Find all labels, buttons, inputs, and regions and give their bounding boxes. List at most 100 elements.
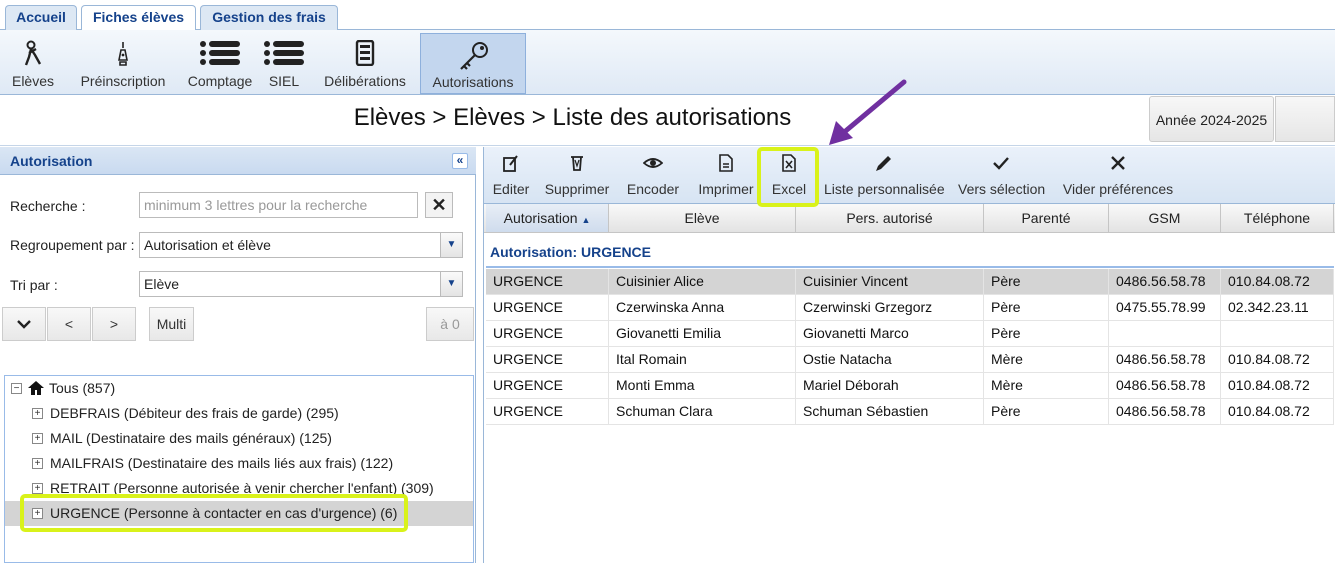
tab-fiches-eleves[interactable]: Fiches élèves: [81, 5, 196, 31]
group-title: Autorisation: URGENCE: [490, 244, 651, 260]
panel-title: Autorisation: [10, 153, 93, 169]
clear-prefs-label: Vider préférences: [1062, 181, 1174, 197]
table-row[interactable]: URGENCE Ital Romain Ostie Natacha Mère 0486.…: [486, 347, 1334, 373]
document-icon: [355, 40, 375, 66]
tree-node[interactable]: + DEBFRAIS (Débiteur des frais de garde)…: [5, 401, 473, 426]
tree-node-label: MAIL (Destinataire des mails généraux) (…: [50, 430, 332, 446]
expand-icon[interactable]: +: [32, 408, 43, 419]
autorisations-label: Autorisations: [432, 74, 514, 90]
panel-header: Autorisation «: [0, 147, 476, 175]
highlight-box: [20, 494, 408, 532]
table-cell: Père: [984, 269, 1109, 294]
edit-button[interactable]: Editer: [486, 147, 536, 203]
pdf-icon: [719, 154, 733, 172]
chevron-down-icon: [17, 320, 31, 329]
year-button[interactable]: Année 2024-2025: [1149, 96, 1274, 142]
tree-node-root[interactable]: − Tous (857): [5, 376, 473, 401]
table-cell: 0486.56.58.78: [1109, 373, 1221, 398]
list-icon: [200, 41, 240, 65]
custom-list-button[interactable]: Liste personnalisée: [824, 147, 945, 203]
table-cell: URGENCE: [486, 373, 609, 398]
table-cell: 02.342.23.11: [1221, 295, 1334, 320]
next-button[interactable]: >: [92, 307, 136, 341]
table-cell: Giovanetti Emilia: [609, 321, 796, 346]
group-select[interactable]: Autorisation et élève ▼: [139, 232, 463, 258]
table-cell: Czerwinska Anna: [609, 295, 796, 320]
column-header-pers-autorise[interactable]: Pers. autorisé: [796, 204, 984, 232]
print-label: Imprimer: [698, 181, 754, 197]
column-header-autorisation[interactable]: Autorisation ▲: [486, 204, 609, 232]
delete-button[interactable]: Supprimer: [542, 147, 612, 203]
eye-icon: [643, 158, 663, 168]
column-header-telephone[interactable]: Téléphone: [1221, 204, 1334, 232]
multi-button[interactable]: Multi: [149, 307, 194, 341]
column-header-eleve[interactable]: Elève: [609, 204, 796, 232]
print-button[interactable]: Imprimer: [696, 147, 756, 203]
breadcrumb: Elèves > Elèves > Liste des autorisation…: [353, 104, 792, 131]
home-icon: [28, 381, 44, 395]
collapse-icon[interactable]: «: [452, 153, 468, 169]
close-icon: ✕: [431, 195, 447, 215]
table-cell: Giovanetti Marco: [796, 321, 984, 346]
column-label: Autorisation: [503, 210, 578, 226]
tree-node[interactable]: + MAIL (Destinataire des mails généraux)…: [5, 426, 473, 451]
preinscription-button[interactable]: Préinscription: [76, 30, 170, 94]
column-header-gsm[interactable]: GSM: [1109, 204, 1221, 232]
table-row[interactable]: URGENCE Schuman Clara Schuman Sébastien Pèr…: [486, 399, 1334, 425]
expand-icon[interactable]: +: [32, 458, 43, 469]
deliberations-label: Délibérations: [324, 73, 406, 89]
reset-button[interactable]: à 0: [426, 307, 474, 341]
trash-icon: [571, 156, 583, 171]
table-cell: URGENCE: [486, 399, 609, 424]
expand-icon[interactable]: +: [32, 433, 43, 444]
expand-all-button[interactable]: [2, 307, 46, 341]
table-cell: Cuisinier Alice: [609, 269, 796, 294]
comptage-button[interactable]: Comptage: [186, 30, 254, 94]
sort-asc-icon: ▲: [581, 215, 591, 225]
table-row[interactable]: URGENCE Giovanetti Emilia Giovanetti Marco…: [486, 321, 1334, 347]
tab-accueil[interactable]: Accueil: [5, 5, 77, 30]
custom-list-label: Liste personnalisée: [824, 181, 945, 197]
search-input[interactable]: minimum 3 lettres pour la recherche: [139, 192, 418, 218]
comptage-label: Comptage: [187, 73, 253, 89]
table-row[interactable]: URGENCE Czerwinska Anna Czerwinski Grzegor…: [486, 295, 1334, 321]
encode-button[interactable]: Encoder: [624, 147, 682, 203]
collapse-tree-icon[interactable]: −: [11, 383, 22, 394]
table-row[interactable]: URGENCE Monti Emma Mariel Déborah Mère 0486.…: [486, 373, 1334, 399]
deliberations-button[interactable]: Délibérations: [322, 30, 408, 94]
table-cell: Schuman Sébastien: [796, 399, 984, 424]
to-selection-label: Vers sélection: [958, 181, 1046, 197]
siel-button[interactable]: SIEL: [262, 30, 306, 94]
table-cell: Mariel Déborah: [796, 373, 984, 398]
pencil-icon: [876, 156, 891, 171]
extra-button[interactable]: [1275, 96, 1335, 142]
table-cell: Monti Emma: [609, 373, 796, 398]
expand-icon[interactable]: +: [32, 483, 43, 494]
chevron-down-icon[interactable]: ▼: [440, 272, 462, 296]
search-placeholder: minimum 3 lettres pour la recherche: [144, 197, 368, 213]
authorization-tree: − Tous (857) + DEBFRAIS (Débiteur des fr…: [4, 375, 474, 563]
siel-label: SIEL: [268, 73, 300, 89]
encode-label: Encoder: [626, 181, 680, 197]
x-icon: [1111, 156, 1125, 170]
sort-select[interactable]: Elève ▼: [139, 271, 463, 297]
table-cell: URGENCE: [486, 269, 609, 294]
autorisations-button[interactable]: Autorisations: [420, 33, 526, 94]
eleves-button[interactable]: Elèves: [4, 30, 62, 94]
chevron-down-icon[interactable]: ▼: [440, 233, 462, 257]
table-cell: Mère: [984, 373, 1109, 398]
clear-prefs-button[interactable]: Vider préférences: [1062, 147, 1174, 203]
table-row[interactable]: URGENCE Cuisinier Alice Cuisinier Vincent P…: [486, 269, 1334, 295]
clear-search-button[interactable]: ✕: [425, 192, 453, 218]
to-selection-button[interactable]: Vers sélection: [958, 147, 1046, 203]
group-label: Regroupement par :: [10, 237, 135, 253]
prev-button[interactable]: <: [47, 307, 91, 341]
column-header-parente[interactable]: Parenté: [984, 204, 1109, 232]
tree-node[interactable]: + MAILFRAIS (Destinataire des mails liés…: [5, 451, 473, 476]
tab-gestion-des-frais[interactable]: Gestion des frais: [200, 5, 338, 30]
authorization-grid-panel: Editer Supprimer Encoder Imprimer Excel …: [483, 147, 1335, 563]
table-cell: 0486.56.58.78: [1109, 347, 1221, 372]
table-cell: Czerwinski Grzegorz: [796, 295, 984, 320]
edit-icon: [503, 155, 518, 172]
eleves-label: Elèves: [11, 73, 55, 89]
